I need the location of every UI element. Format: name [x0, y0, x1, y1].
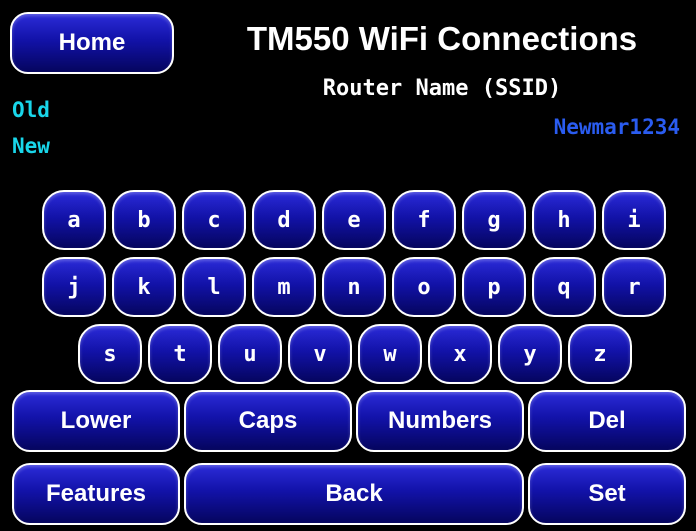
- key-h[interactable]: h: [532, 190, 596, 250]
- delete-button[interactable]: Del: [528, 390, 686, 452]
- page-subtitle: Router Name (SSID): [322, 76, 562, 101]
- key-r[interactable]: r: [602, 257, 666, 317]
- new-label: New: [12, 134, 50, 158]
- key-y[interactable]: y: [498, 324, 562, 384]
- key-w[interactable]: w: [358, 324, 422, 384]
- new-ssid-value: Newmar1234: [553, 115, 680, 139]
- key-s[interactable]: s: [78, 324, 142, 384]
- lower-button[interactable]: Lower: [12, 390, 180, 452]
- key-f[interactable]: f: [392, 190, 456, 250]
- numbers-button[interactable]: Numbers: [356, 390, 524, 452]
- key-g[interactable]: g: [462, 190, 526, 250]
- key-x[interactable]: x: [428, 324, 492, 384]
- home-button[interactable]: Home: [10, 12, 174, 74]
- key-i[interactable]: i: [602, 190, 666, 250]
- key-p[interactable]: p: [462, 257, 526, 317]
- key-q[interactable]: q: [532, 257, 596, 317]
- key-u[interactable]: u: [218, 324, 282, 384]
- key-l[interactable]: l: [182, 257, 246, 317]
- key-z[interactable]: z: [568, 324, 632, 384]
- key-m[interactable]: m: [252, 257, 316, 317]
- key-v[interactable]: v: [288, 324, 352, 384]
- back-button[interactable]: Back: [184, 463, 524, 525]
- old-label: Old: [12, 98, 50, 122]
- key-a[interactable]: a: [42, 190, 106, 250]
- key-e[interactable]: e: [322, 190, 386, 250]
- key-c[interactable]: c: [182, 190, 246, 250]
- key-k[interactable]: k: [112, 257, 176, 317]
- page-title: TM550 WiFi Connections: [246, 20, 638, 57]
- key-o[interactable]: o: [392, 257, 456, 317]
- set-button[interactable]: Set: [528, 463, 686, 525]
- key-b[interactable]: b: [112, 190, 176, 250]
- key-d[interactable]: d: [252, 190, 316, 250]
- caps-button[interactable]: Caps: [184, 390, 352, 452]
- key-t[interactable]: t: [148, 324, 212, 384]
- features-button[interactable]: Features: [12, 463, 180, 525]
- key-j[interactable]: j: [42, 257, 106, 317]
- key-n[interactable]: n: [322, 257, 386, 317]
